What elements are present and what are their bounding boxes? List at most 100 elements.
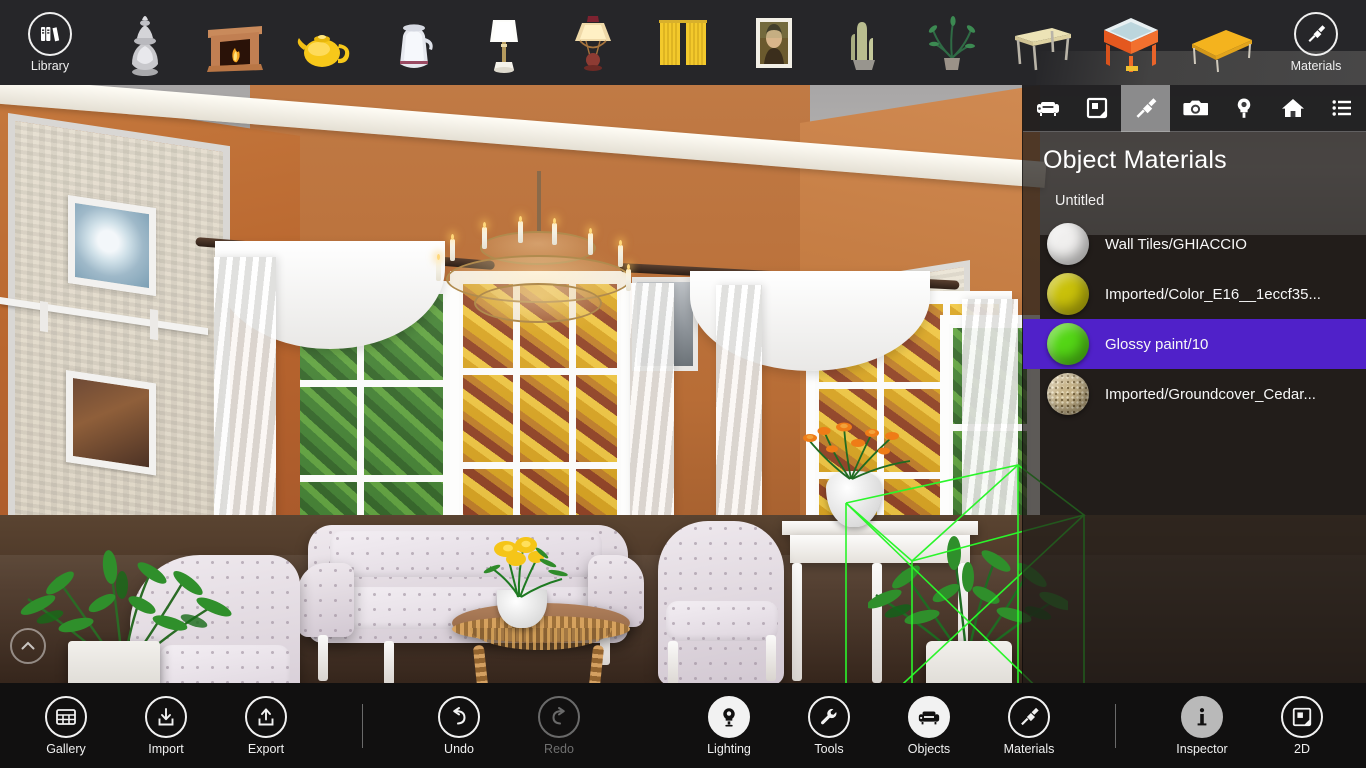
inspector-button-label: Inspector xyxy=(1176,741,1228,756)
chandelier-candle xyxy=(552,218,557,245)
library-item-cactus-plant[interactable] xyxy=(818,0,908,85)
paintbrush-icon xyxy=(1136,98,1156,118)
library-item-yellow-low-table[interactable] xyxy=(1176,0,1266,85)
viewport-collapse-button[interactable] xyxy=(10,628,46,664)
gallery-button[interactable]: Gallery xyxy=(16,695,116,756)
application-window: Library Materials Object Materials Untit… xyxy=(0,0,1366,768)
tab-objects[interactable] xyxy=(1023,85,1072,132)
library-item-yellow-teapot[interactable] xyxy=(279,0,369,85)
material-list-item[interactable]: Wall Tiles/GHIACCIO xyxy=(1023,219,1366,269)
yellow-teapot-thumb xyxy=(289,8,359,78)
materials-toolbar-label: Materials xyxy=(1290,59,1342,73)
yellow-flower-bouquet[interactable] xyxy=(466,533,578,599)
paintbrush-icon xyxy=(1294,12,1338,56)
chandelier-candle xyxy=(618,240,623,267)
export-button-label: Export xyxy=(247,741,285,756)
cactus-plant-thumb xyxy=(827,8,897,78)
export-button[interactable]: Export xyxy=(216,695,316,756)
plant-right-pot[interactable] xyxy=(926,641,1012,683)
redo-button[interactable]: Redo xyxy=(509,695,609,756)
plant-left-pot[interactable] xyxy=(68,641,160,683)
tab-plan[interactable] xyxy=(1072,85,1121,132)
wrench-icon xyxy=(808,695,850,738)
objects-button[interactable]: Objects xyxy=(879,695,979,756)
armchair-right-leg xyxy=(766,635,776,681)
panel-subtitle: Untitled xyxy=(1055,193,1105,209)
lighting-button[interactable]: Lighting xyxy=(679,695,779,756)
floorplan-icon xyxy=(1086,97,1107,119)
materials-toolbar-button[interactable]: Materials xyxy=(1266,0,1366,85)
undo-arrow-icon xyxy=(438,695,480,738)
tools-button-label: Tools xyxy=(814,741,844,756)
material-list-item[interactable]: Imported/Color_E16__1eccf35... xyxy=(1023,269,1366,319)
tab-list[interactable] xyxy=(1317,85,1366,132)
toolbar-separator xyxy=(1115,703,1116,748)
tab-camera[interactable] xyxy=(1170,85,1219,132)
chandelier-candle xyxy=(626,264,631,291)
library-item-fireplace[interactable] xyxy=(190,0,280,85)
chandelier-candle xyxy=(588,228,593,255)
sofa-icon xyxy=(1036,102,1059,116)
undo-button-label: Undo xyxy=(444,741,474,756)
library-item-table-lamp-white[interactable] xyxy=(459,0,549,85)
library-item-strip xyxy=(100,0,1266,85)
materials-button[interactable]: Materials xyxy=(979,695,1079,756)
tab-home[interactable] xyxy=(1268,85,1317,132)
home-icon xyxy=(1281,99,1304,117)
library-item-orange-side-table[interactable] xyxy=(1087,0,1177,85)
import-download-icon xyxy=(145,695,187,738)
library-item-yellow-curtains[interactable] xyxy=(638,0,728,85)
wall-picture-blue-silk xyxy=(68,195,156,297)
console-table-leg xyxy=(792,563,802,681)
material-swatch xyxy=(1047,373,1089,415)
material-name: Imported/Color_E16__1eccf35... xyxy=(1105,285,1321,303)
library-item-white-jug[interactable] xyxy=(369,0,459,85)
paintbrush-icon xyxy=(1008,695,1050,738)
lightbulb-icon xyxy=(1237,98,1250,118)
inspector-button[interactable]: Inspector xyxy=(1152,695,1252,756)
list-icon xyxy=(1332,100,1351,116)
shelf-bracket-left xyxy=(40,301,48,333)
objects-button-label: Objects xyxy=(907,741,951,756)
floorplan-icon xyxy=(1281,695,1323,738)
chandelier-candle xyxy=(518,216,523,243)
library-item-wooden-table[interactable] xyxy=(997,0,1087,85)
import-button[interactable]: Import xyxy=(116,695,216,756)
books-library-icon xyxy=(28,12,72,56)
material-list-item[interactable]: Imported/Groundcover_Cedar... xyxy=(1023,369,1366,419)
sofa-icon xyxy=(908,695,950,738)
gallery-grid-icon xyxy=(45,695,87,738)
chandelier-tier-lower xyxy=(474,283,602,323)
orange-flower-arrangement[interactable] xyxy=(788,417,918,481)
2d-button-label: 2D xyxy=(1294,741,1310,756)
2d-button[interactable]: 2D xyxy=(1252,695,1352,756)
undo-button[interactable]: Undo xyxy=(409,695,509,756)
silver-vase-thumb xyxy=(110,8,180,78)
material-swatch xyxy=(1047,323,1089,365)
lightbulb-icon xyxy=(708,695,750,738)
info-i-icon xyxy=(1181,695,1223,738)
sofa-leg xyxy=(384,641,394,683)
chandelier-candle xyxy=(450,234,455,261)
lighting-button-label: Lighting xyxy=(707,741,751,756)
chandelier-rod xyxy=(537,171,541,233)
material-list: Wall Tiles/GHIACCIO Imported/Color_E16__… xyxy=(1023,215,1366,419)
tools-button[interactable]: Tools xyxy=(779,695,879,756)
import-button-label: Import xyxy=(148,741,184,756)
library-item-silver-vase[interactable] xyxy=(100,0,190,85)
panel-title: Object Materials xyxy=(1043,146,1227,174)
panel-tab-bar xyxy=(1023,85,1366,132)
orange-side-table-thumb xyxy=(1096,8,1166,78)
material-name: Imported/Groundcover_Cedar... xyxy=(1105,385,1316,403)
library-button[interactable]: Library xyxy=(0,0,100,85)
tab-materials[interactable] xyxy=(1121,85,1170,132)
library-item-potted-plant[interactable] xyxy=(907,0,997,85)
armchair-right-seat xyxy=(666,601,778,641)
material-list-item-selected[interactable]: Glossy paint/10 xyxy=(1023,319,1366,369)
library-item-table-lamp-shade[interactable] xyxy=(548,0,638,85)
library-item-framed-portrait[interactable] xyxy=(728,0,818,85)
tab-lighting[interactable] xyxy=(1219,85,1268,132)
material-name: Glossy paint/10 xyxy=(1105,335,1209,353)
framed-portrait-thumb xyxy=(738,8,808,78)
chandelier[interactable] xyxy=(430,216,645,335)
